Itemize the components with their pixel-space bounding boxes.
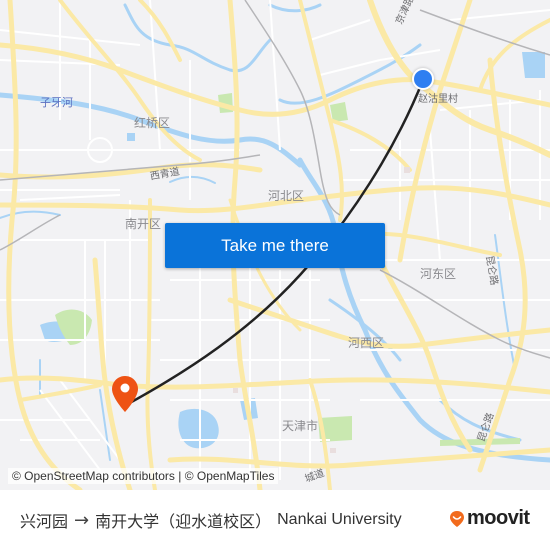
destination-pin-icon[interactable] [111,375,139,413]
map-label-hedong: 河东区 [420,267,457,281]
map-label-hebei: 河北区 [268,189,305,203]
arrow-right-icon: → [74,509,90,531]
take-me-there-button[interactable]: Take me there [165,223,385,268]
map[interactable]: 子牙河 红桥区 西青道 河北区 南开区 河东区 河西区 天津市 赵沽里村 昆仑路… [0,0,550,490]
map-label-hexi: 河西区 [348,336,385,350]
route-title: 兴河园 → 南开大学（迎水道校区） Nankai University [20,508,402,532]
map-label-nankai: 南开区 [125,217,162,231]
moovit-wordmark: moovit [467,507,530,529]
moovit-pin-icon [450,510,464,527]
destination-name-en: Nankai University [277,511,402,528]
map-label-zhaoguli: 赵沽里村 [418,94,458,105]
map-attribution[interactable]: © OpenStreetMap contributors | © OpenMap… [8,468,279,484]
map-label-hongqiao: 红桥区 [134,116,171,130]
map-label-ziyahe: 子牙河 [40,96,73,109]
map-label-tianjin: 天津市 [282,419,319,433]
origin-name: 兴河园 [20,512,69,531]
destination-name-cn: 南开大学（迎水道校区） [95,512,272,531]
moovit-logo: moovit [449,507,530,530]
origin-marker[interactable] [412,68,434,90]
